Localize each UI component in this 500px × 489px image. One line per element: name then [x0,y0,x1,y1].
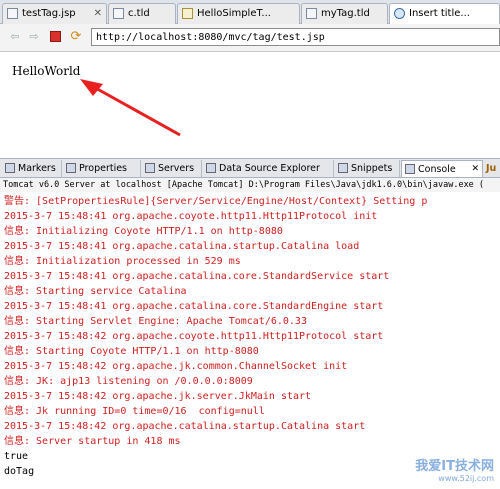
editor-tab-label: testTag.jsp [22,8,76,19]
java-file-icon [182,8,193,19]
editor-tab-testtag-jsp[interactable]: testTag.jsp ✕ [2,3,107,24]
database-icon [206,163,216,173]
editor-tab-hellosimpletag[interactable]: HelloSimpleT... [177,3,300,24]
view-tab-markers[interactable]: Markers [2,160,62,177]
tld-file-icon [306,8,317,19]
refresh-icon[interactable]: ⟳ [69,30,83,44]
editor-tab-label: myTag.tld [321,8,370,19]
page-output-text: HelloWorld [12,64,81,78]
web-browser-icon [394,8,405,19]
view-tab-label: Markers [18,163,56,174]
editor-tab-bar: testTag.jsp ✕ c.tld HelloSimpleT... myTa… [0,0,500,25]
console-line: 信息: Initialization processed in 529 ms [4,256,241,267]
back-icon[interactable]: ⇦ [8,30,22,44]
editor-tab-label: c.tld [128,8,150,19]
console-process-header: Tomcat v6.0 Server at localhost [Apache … [0,178,500,192]
console-line: 信息: Server startup in 418 ms [4,436,181,447]
view-tab-junit[interactable]: Ju [484,160,500,177]
stop-icon[interactable] [50,31,61,42]
console-output-line: doTag [4,466,35,477]
browser-content: HelloWorld [0,52,500,155]
view-tab-console[interactable]: Console ✕ [401,160,483,177]
markers-icon [5,163,15,173]
forward-icon[interactable]: ⇨ [27,30,41,44]
console-line: 2015-3-7 15:48:41 org.apache.catalina.co… [4,271,390,282]
view-tab-properties[interactable]: Properties [63,160,141,177]
console-output-line: true [4,451,29,462]
view-tab-label: Data Source Explorer [219,163,320,174]
editor-tab-mytag-tld[interactable]: myTag.tld [301,3,388,24]
console-line: 2015-3-7 15:48:42 org.apache.coyote.http… [4,331,384,342]
console-line: 信息: Initializing Coyote HTTP/1.1 on http… [4,226,283,237]
console-output[interactable]: 警告: [SetPropertiesRule]{Server/Service/E… [0,192,500,489]
console-line: 2015-3-7 15:48:42 org.apache.jk.common.C… [4,361,348,372]
watermark-url: www.52ij.com [438,474,494,483]
console-line: 信息: Starting Servlet Engine: Apache Tomc… [4,316,307,327]
editor-tab-label: HelloSimpleT... [197,8,271,19]
jsp-file-icon [7,8,18,19]
view-tab-snippets[interactable]: Snippets [335,160,400,177]
view-tab-label: Servers [158,163,195,174]
properties-icon [66,163,76,173]
console-line: 2015-3-7 15:48:41 org.apache.catalina.co… [4,301,384,312]
console-line: 2015-3-7 15:48:41 org.apache.catalina.st… [4,241,360,252]
console-line: 2015-3-7 15:48:41 org.apache.coyote.http… [4,211,378,222]
snippets-icon [338,163,348,173]
watermark-text: 我爱IT技术网 [415,459,494,474]
editor-tab-insert-title[interactable]: Insert title... [389,3,500,25]
tld-file-icon [113,8,124,19]
view-tab-servers[interactable]: Servers [142,160,202,177]
view-tab-label: Properties [79,163,128,174]
console-icon [405,164,415,174]
console-line: 信息: Starting service Catalina [4,286,187,297]
watermark-logo: 我爱IT技术网 www.52ij.com [415,455,494,483]
browser-toolbar: ⇦ ⇨ ⟳ [0,24,500,52]
view-tab-data-source-explorer[interactable]: Data Source Explorer [203,160,334,177]
console-line: 2015-3-7 15:48:42 org.apache.jk.server.J… [4,391,312,402]
url-input[interactable] [91,28,500,46]
editor-tab-label: Insert title... [409,8,470,19]
console-line: 2015-3-7 15:48:42 org.apache.catalina.st… [4,421,366,432]
console-line: 信息: Starting Coyote HTTP/1.1 on http-808… [4,346,259,357]
view-tab-label: Console [418,164,456,175]
close-icon[interactable]: ✕ [94,4,102,23]
editor-tab-c-tld[interactable]: c.tld [108,3,176,24]
view-tab-label: Ju [486,163,497,174]
console-line: 信息: JK: ajp13 listening on /0.0.0.0:8009 [4,376,253,387]
view-tab-label: Snippets [351,163,393,174]
close-icon[interactable]: ✕ [471,161,479,178]
servers-icon [145,163,155,173]
views-tab-bar: Markers Properties Servers Data Source E… [0,158,500,178]
console-line: 警告: [SetPropertiesRule]{Server/Service/E… [4,196,428,207]
console-line: 信息: Jk running ID=0 time=0/16 config=nul… [4,406,265,417]
